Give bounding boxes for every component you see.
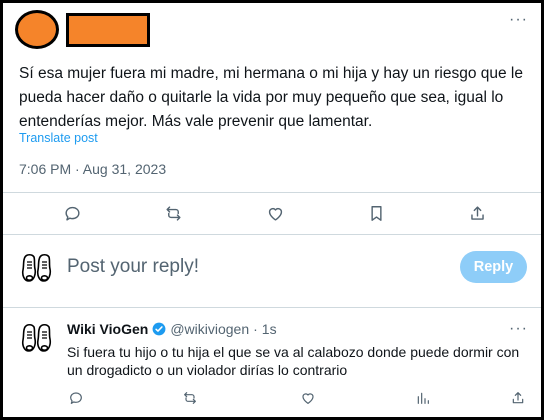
translate-post-link[interactable]: Translate post — [19, 131, 98, 145]
reply-author-name[interactable]: Wiki VioGen — [67, 321, 148, 337]
reply-more-options-icon[interactable]: ··· — [509, 321, 528, 337]
tweet-timestamp[interactable]: 7:06 PM · Aug 31, 2023 — [19, 161, 166, 177]
views-icon[interactable] — [411, 386, 435, 410]
comment-icon[interactable] — [60, 201, 84, 225]
divider — [3, 192, 541, 193]
divider — [3, 307, 541, 308]
bookmark-icon[interactable] — [364, 201, 388, 225]
shoes-avatar-icon[interactable] — [20, 252, 54, 291]
repost-icon[interactable] — [161, 201, 185, 225]
like-icon[interactable] — [296, 386, 320, 410]
reply-button[interactable]: Reply — [460, 251, 527, 283]
shoes-avatar-icon[interactable] — [20, 322, 54, 361]
reply-header: Wiki VioGen @wikiviogen · 1s — [67, 321, 277, 337]
like-icon[interactable] — [263, 201, 287, 225]
share-icon[interactable] — [506, 386, 530, 410]
comment-icon[interactable] — [64, 386, 88, 410]
repost-icon[interactable] — [178, 386, 202, 410]
share-icon[interactable] — [465, 201, 489, 225]
author-avatar-redacted[interactable] — [15, 10, 59, 49]
reply-separator: · — [253, 321, 258, 337]
reply-age[interactable]: 1s — [262, 321, 277, 337]
tweet-text: Sí esa mujer fuera mi madre, mi hermana … — [19, 65, 523, 130]
divider — [3, 234, 541, 235]
reply-input[interactable]: Post your reply! — [67, 256, 199, 278]
author-name-redacted[interactable] — [66, 13, 150, 47]
more-options-icon[interactable]: ··· — [509, 12, 528, 28]
verified-badge-icon — [152, 322, 166, 336]
reply-author-handle[interactable]: @wikiviogen — [170, 321, 249, 337]
reply-text: Si fuera tu hijo o tu hija el que se va … — [67, 344, 520, 378]
